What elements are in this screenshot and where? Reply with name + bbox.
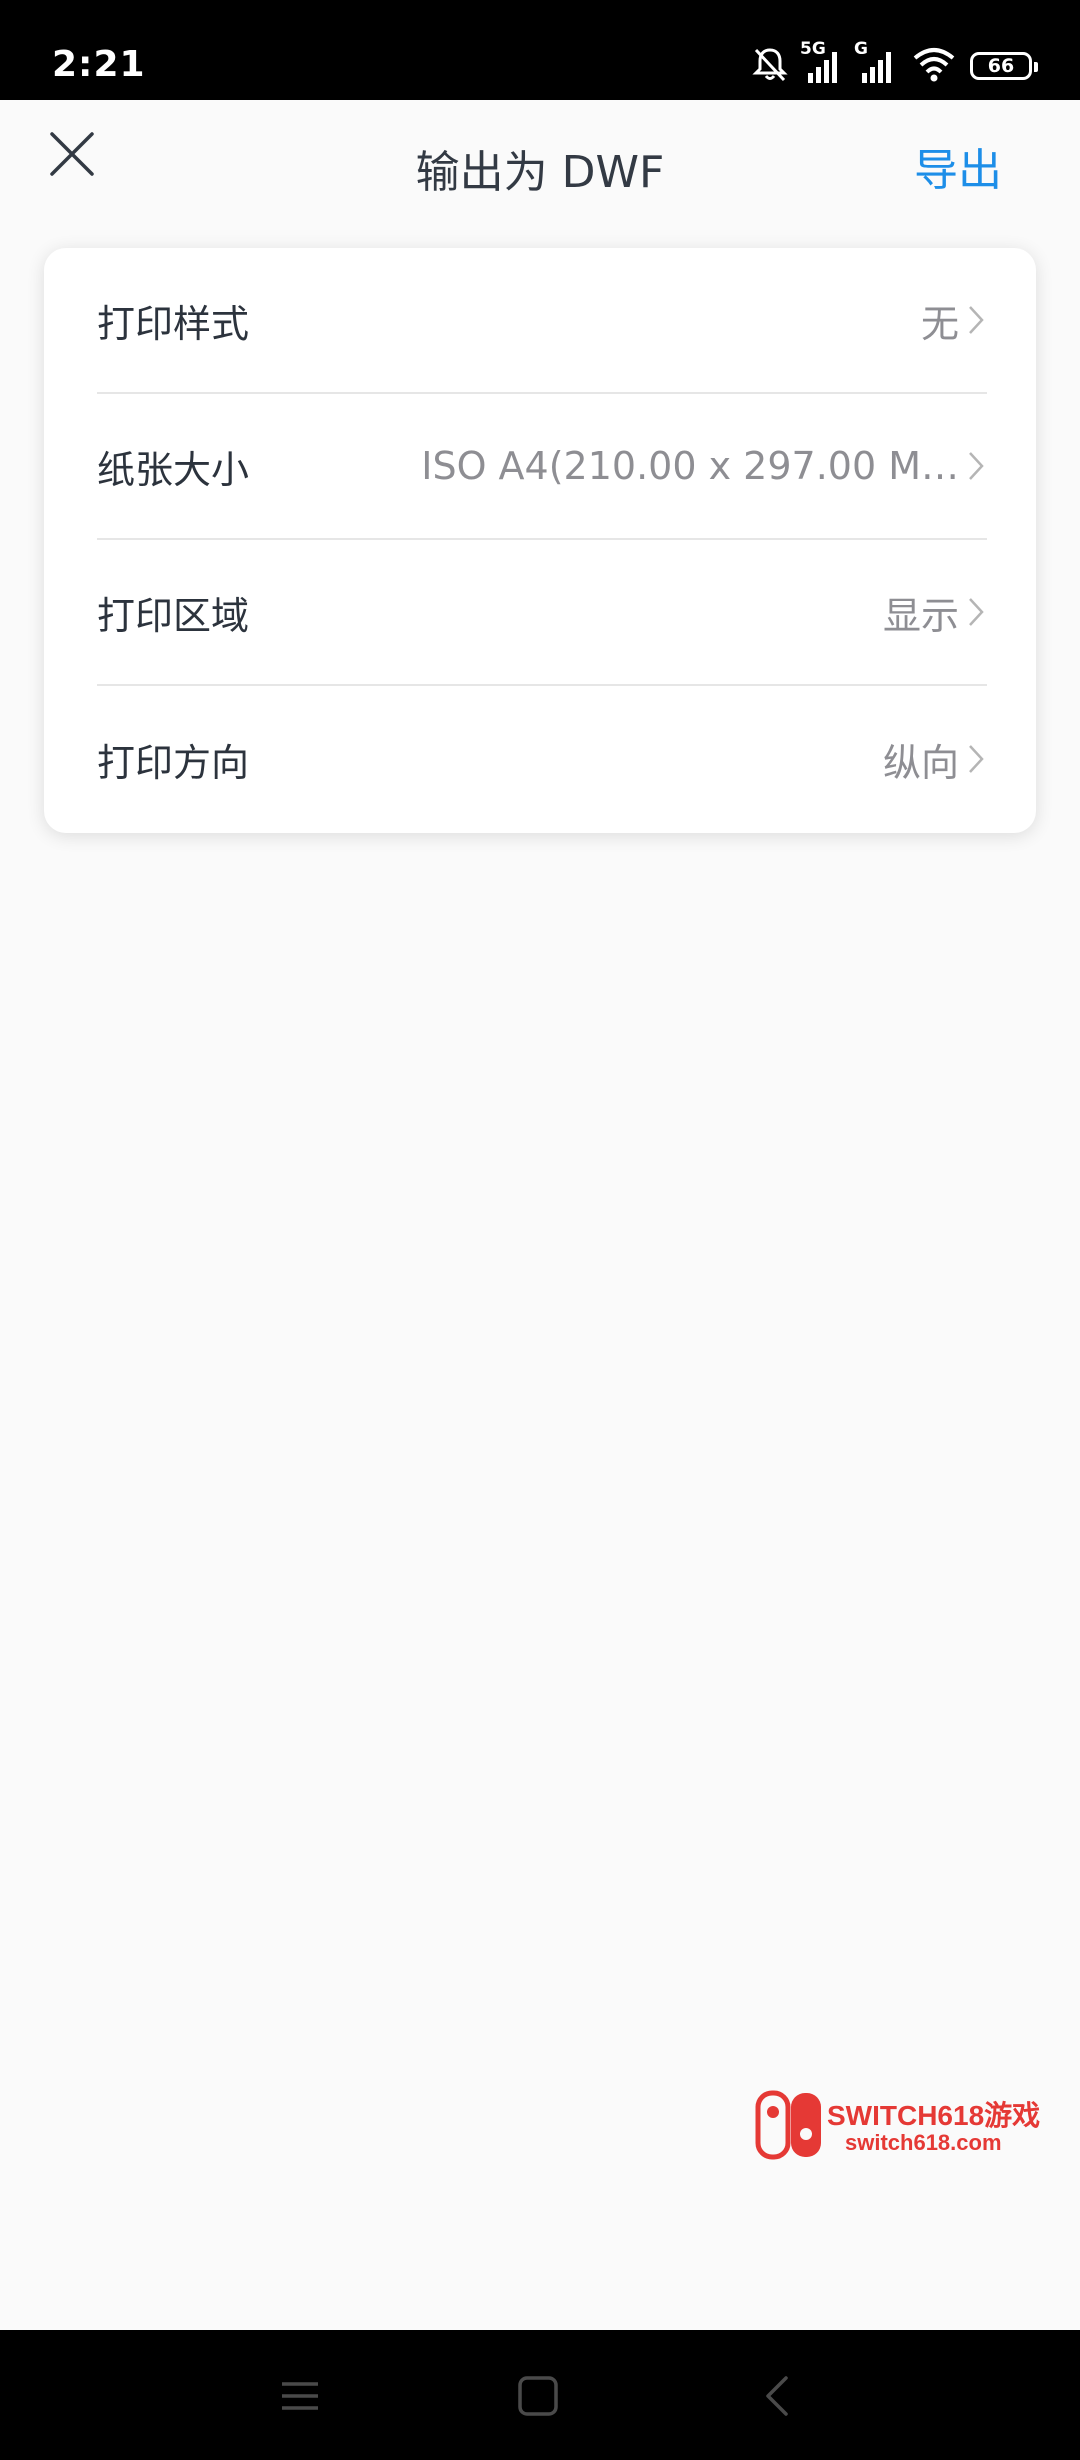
- setting-row-print-style[interactable]: 打印样式 无: [97, 248, 987, 394]
- header: 输出为 DWF 导出: [0, 100, 1080, 224]
- setting-value: 显示: [882, 593, 959, 638]
- watermark-url: switch618.com: [845, 2130, 1002, 2155]
- setting-value-group: ISO A4(210.00 x 297.00 M…: [421, 444, 987, 488]
- setting-value-group: 无: [921, 293, 987, 348]
- export-button[interactable]: 导出: [914, 134, 1002, 198]
- setting-label: 打印样式: [97, 301, 250, 346]
- menu-icon: [282, 2382, 318, 2410]
- setting-value-group: 显示: [883, 585, 987, 640]
- switch-logo-icon: [755, 2090, 821, 2160]
- setting-value: 纵向: [882, 740, 959, 785]
- watermark-title: SWITCH618游戏: [827, 2100, 1041, 2131]
- setting-value-group: 纵向: [883, 732, 987, 787]
- bell-muted-icon: [750, 44, 790, 88]
- menu-button[interactable]: [270, 2366, 330, 2426]
- setting-value: 无: [920, 301, 959, 346]
- status-time: 2:21: [52, 44, 146, 85]
- back-button[interactable]: [748, 2366, 808, 2426]
- setting-label: 打印方向: [97, 740, 250, 785]
- signal-icon: 5G: [800, 39, 844, 85]
- battery-icon: 66: [970, 52, 1038, 80]
- back-icon: [766, 2376, 788, 2416]
- chevron-right-icon: [969, 306, 984, 334]
- signal-network-label: G: [854, 39, 868, 59]
- setting-row-orientation[interactable]: 打印方向 纵向: [97, 686, 987, 832]
- setting-row-paper-size[interactable]: 纸张大小 ISO A4(210.00 x 297.00 M…: [97, 394, 987, 540]
- chevron-right-icon: [969, 598, 984, 626]
- battery-cap: [1034, 62, 1038, 72]
- setting-label: 纸张大小: [97, 447, 250, 492]
- home-square-icon: [518, 2376, 558, 2416]
- chevron-right-icon: [969, 745, 984, 773]
- battery-level: 66: [987, 54, 1015, 77]
- signal-icon: G: [854, 39, 898, 85]
- watermark: SWITCH618游戏 switch618.com: [755, 2090, 1065, 2166]
- home-button[interactable]: [508, 2366, 568, 2426]
- settings-card: 打印样式 无 纸张大小 ISO A4(210.00 x 297.00 M… 打印…: [44, 248, 1036, 833]
- setting-value: ISO A4(210.00 x 297.00 M…: [421, 444, 959, 488]
- status-icons: 5G G 66: [750, 39, 1038, 88]
- chevron-right-icon: [969, 452, 984, 480]
- setting-row-print-area[interactable]: 打印区域 显示: [97, 540, 987, 686]
- navigation-bar: [0, 2330, 1080, 2460]
- status-bar: 2:21 5G G 66: [0, 0, 1080, 100]
- setting-label: 打印区域: [97, 593, 250, 638]
- wifi-icon: [912, 46, 956, 86]
- signal-network-label: 5G: [800, 39, 826, 59]
